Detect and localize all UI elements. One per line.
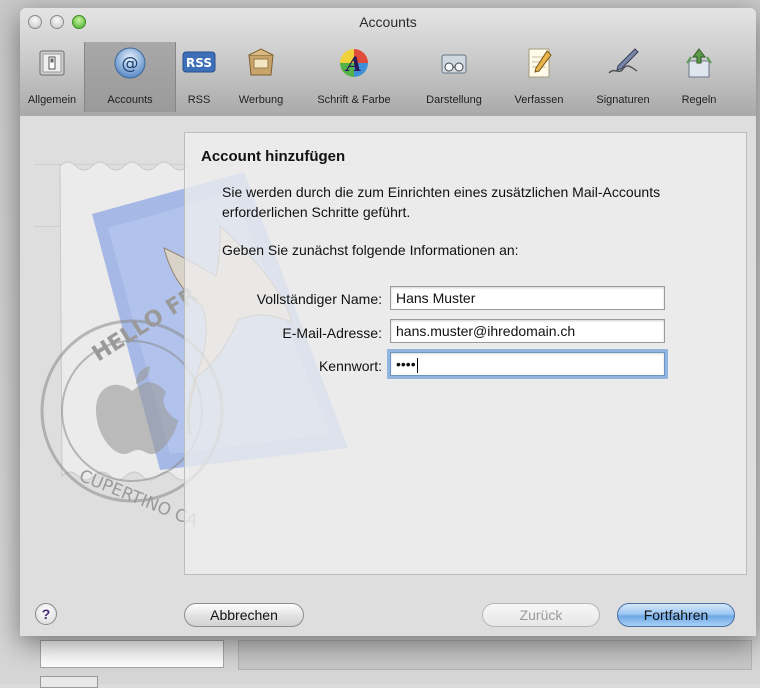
switch-icon [39, 50, 65, 76]
at-sign-icon: @ [114, 47, 146, 79]
toolbar-label-accounts: Accounts [107, 94, 153, 106]
toolbar-label-signaturen: Signaturen [596, 94, 650, 106]
toolbar-item-darstellung[interactable]: Darstellung [408, 42, 500, 112]
toolbar-item-accounts[interactable]: @ Accounts [84, 42, 176, 112]
toolbar-item-rss[interactable]: RSS RSS [176, 42, 222, 112]
toolbar-label-verfassen: Verfassen [514, 94, 564, 106]
back-button[interactable]: Zurück [482, 603, 600, 627]
password-value: •••• [396, 356, 416, 372]
cancel-button[interactable]: Abbrechen [184, 603, 304, 627]
background-panel [238, 640, 752, 670]
window-title: Accounts [359, 14, 417, 30]
font-color-icon: A [340, 49, 368, 77]
signature-pen-icon [608, 48, 639, 74]
background-segmented-control [40, 676, 98, 688]
rules-icon [686, 48, 712, 78]
junk-mail-icon [248, 48, 274, 76]
sheet-title: Account hinzufügen [201, 148, 346, 165]
toolbar-item-allgemein[interactable]: Allgemein [20, 42, 84, 112]
toolbar-label-regeln: Regeln [681, 94, 717, 106]
toolbar-item-werbung[interactable]: Werbung [222, 42, 300, 112]
toolbar-item-signaturen[interactable]: Signaturen [578, 42, 668, 112]
svg-text:RSS: RSS [186, 56, 212, 70]
email-field[interactable]: hans.muster@ihredomain.ch [390, 319, 665, 343]
accounts-content: HELLO FR CUPERTINO CA Account hinzufügen… [20, 116, 756, 636]
sheet-instruction: Geben Sie zunächst folgende Informatione… [222, 242, 519, 258]
svg-text:@: @ [122, 54, 139, 74]
toolbar-label-allgemein: Allgemein [27, 94, 77, 106]
rss-icon: RSS [182, 51, 216, 73]
svg-text:A: A [344, 52, 362, 76]
compose-pencil-icon [528, 48, 552, 78]
toolbar-label-rss: RSS [187, 94, 211, 106]
full-name-value: Hans Muster [396, 290, 476, 306]
toolbar-item-schrift-farbe[interactable]: A Schrift & Farbe [300, 42, 408, 112]
help-button[interactable]: ? [35, 603, 57, 625]
toolbar-item-regeln[interactable]: Regeln [668, 42, 730, 112]
toolbar-label-werbung: Werbung [238, 94, 284, 106]
preferences-window: Accounts Allgemein @ Accounts RSS RSS We… [20, 8, 756, 636]
toolbar-item-verfassen[interactable]: Verfassen [500, 42, 578, 112]
full-name-label: Vollständiger Name: [256, 291, 382, 307]
continue-button[interactable]: Fortfahren [617, 603, 735, 627]
sheet-description: Sie werden durch die zum Einrichten eine… [222, 184, 661, 220]
toolbar-label-schrift-farbe: Schrift & Farbe [317, 94, 391, 106]
email-value: hans.muster@ihredomain.ch [396, 323, 576, 339]
text-caret [416, 357, 418, 373]
toolbar-label-darstellung: Darstellung [426, 94, 482, 106]
toolbar: Accounts Allgemein @ Accounts RSS RSS We… [20, 8, 756, 117]
background-text-field [40, 640, 224, 668]
password-label: Kennwort: [318, 358, 382, 374]
email-label: E-Mail-Adresse: [282, 325, 382, 341]
glasses-icon [441, 54, 467, 74]
full-name-field[interactable]: Hans Muster [390, 286, 665, 310]
password-field[interactable]: •••• [390, 352, 665, 376]
